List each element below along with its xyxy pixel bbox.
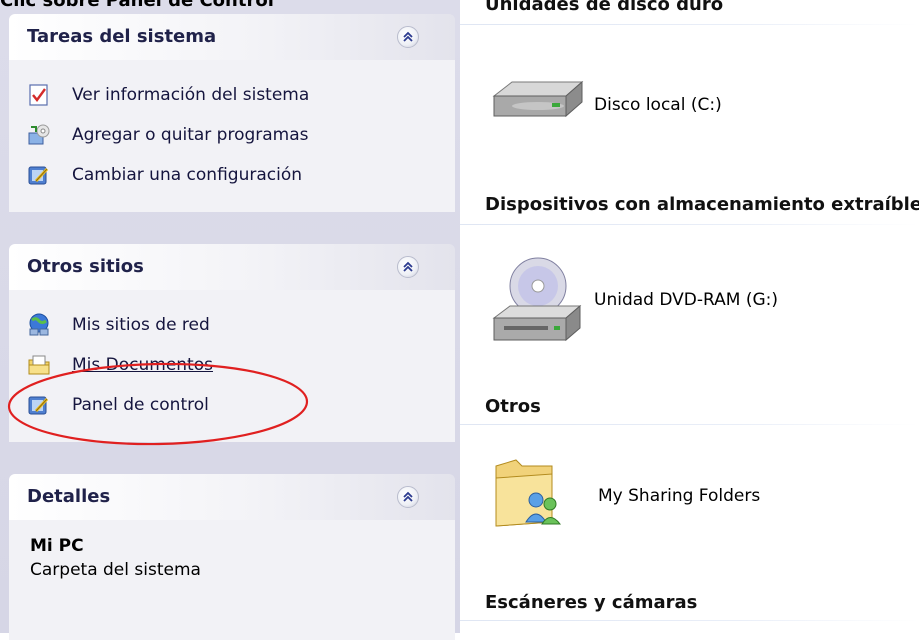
content-area: Unidades de disco duro Disco local (C:) … — [460, 0, 919, 633]
task-label: Ver información del sistema — [72, 85, 310, 105]
drive-g[interactable]: Unidad DVD-RAM (G:) — [490, 256, 778, 357]
task-add-remove-programs[interactable]: Agregar o quitar programas — [27, 121, 309, 149]
task-change-setting[interactable]: Cambiar una configuración — [27, 161, 302, 189]
system-tasks-title: Tareas del sistema — [27, 26, 217, 47]
task-label: Cambiar una configuración — [72, 165, 302, 185]
network-places-icon — [27, 313, 51, 337]
other-places-header[interactable]: Otros sitios — [9, 244, 455, 290]
group-divider — [460, 620, 919, 621]
details-header[interactable]: Detalles — [9, 474, 455, 520]
sharing-folder-icon — [492, 456, 562, 535]
task-pane: Clic sobre Panel de Control Tareas del s… — [0, 0, 460, 640]
details-panel: Detalles Mi PC Carpeta del sistema — [9, 474, 455, 640]
place-my-documents[interactable]: Mis Documentos — [27, 351, 213, 379]
other-places-body: Mis sitios de red Mis Documentos Panel d… — [9, 290, 455, 442]
system-tasks-panel: Tareas del sistema Ver información del s… — [9, 14, 455, 212]
group-header-removable: Dispositivos con almacenamiento extraíbl… — [485, 194, 919, 215]
details-item-name: Mi PC — [30, 536, 84, 556]
hard-drive-icon — [490, 76, 590, 133]
system-tasks-header[interactable]: Tareas del sistema — [9, 14, 455, 60]
my-documents-icon — [27, 353, 51, 377]
system-info-icon — [27, 83, 51, 107]
place-control-panel[interactable]: Panel de control — [27, 391, 209, 419]
details-title: Detalles — [27, 486, 111, 507]
collapse-chevron-icon[interactable] — [397, 256, 419, 278]
group-divider — [460, 424, 919, 425]
sharing-folders[interactable]: My Sharing Folders — [492, 456, 760, 535]
group-divider — [460, 224, 919, 225]
control-panel-icon — [27, 163, 51, 187]
drive-c-label: Disco local (C:) — [594, 94, 722, 115]
control-panel-icon — [27, 393, 51, 417]
drive-g-label: Unidad DVD-RAM (G:) — [594, 289, 778, 310]
task-view-system-info[interactable]: Ver información del sistema — [27, 81, 309, 109]
details-item-description: Carpeta del sistema — [30, 560, 201, 580]
group-header-hard-drives: Unidades de disco duro — [485, 0, 724, 15]
sharing-folders-label: My Sharing Folders — [598, 485, 761, 506]
collapse-chevron-icon[interactable] — [397, 486, 419, 508]
task-label: Mis Documentos — [72, 355, 213, 375]
group-divider — [460, 24, 919, 25]
collapse-chevron-icon[interactable] — [397, 26, 419, 48]
details-body: Mi PC Carpeta del sistema — [9, 520, 455, 640]
group-header-other: Otros — [485, 396, 541, 417]
add-remove-programs-icon — [27, 123, 51, 147]
other-places-title: Otros sitios — [27, 256, 144, 277]
dvd-drive-icon — [490, 256, 590, 357]
task-label: Agregar o quitar programas — [72, 125, 309, 145]
other-places-panel: Otros sitios Mis sitios de red Mis Docum… — [9, 244, 455, 442]
system-tasks-body: Ver información del sistema Agregar o qu… — [9, 60, 455, 212]
task-label: Mis sitios de red — [72, 315, 210, 335]
drive-c[interactable]: Disco local (C:) — [490, 76, 722, 133]
place-network[interactable]: Mis sitios de red — [27, 311, 210, 339]
group-header-scanners: Escáneres y cámaras — [485, 592, 698, 613]
top-caption: Clic sobre Panel de Control — [0, 0, 274, 11]
task-label: Panel de control — [72, 395, 209, 415]
